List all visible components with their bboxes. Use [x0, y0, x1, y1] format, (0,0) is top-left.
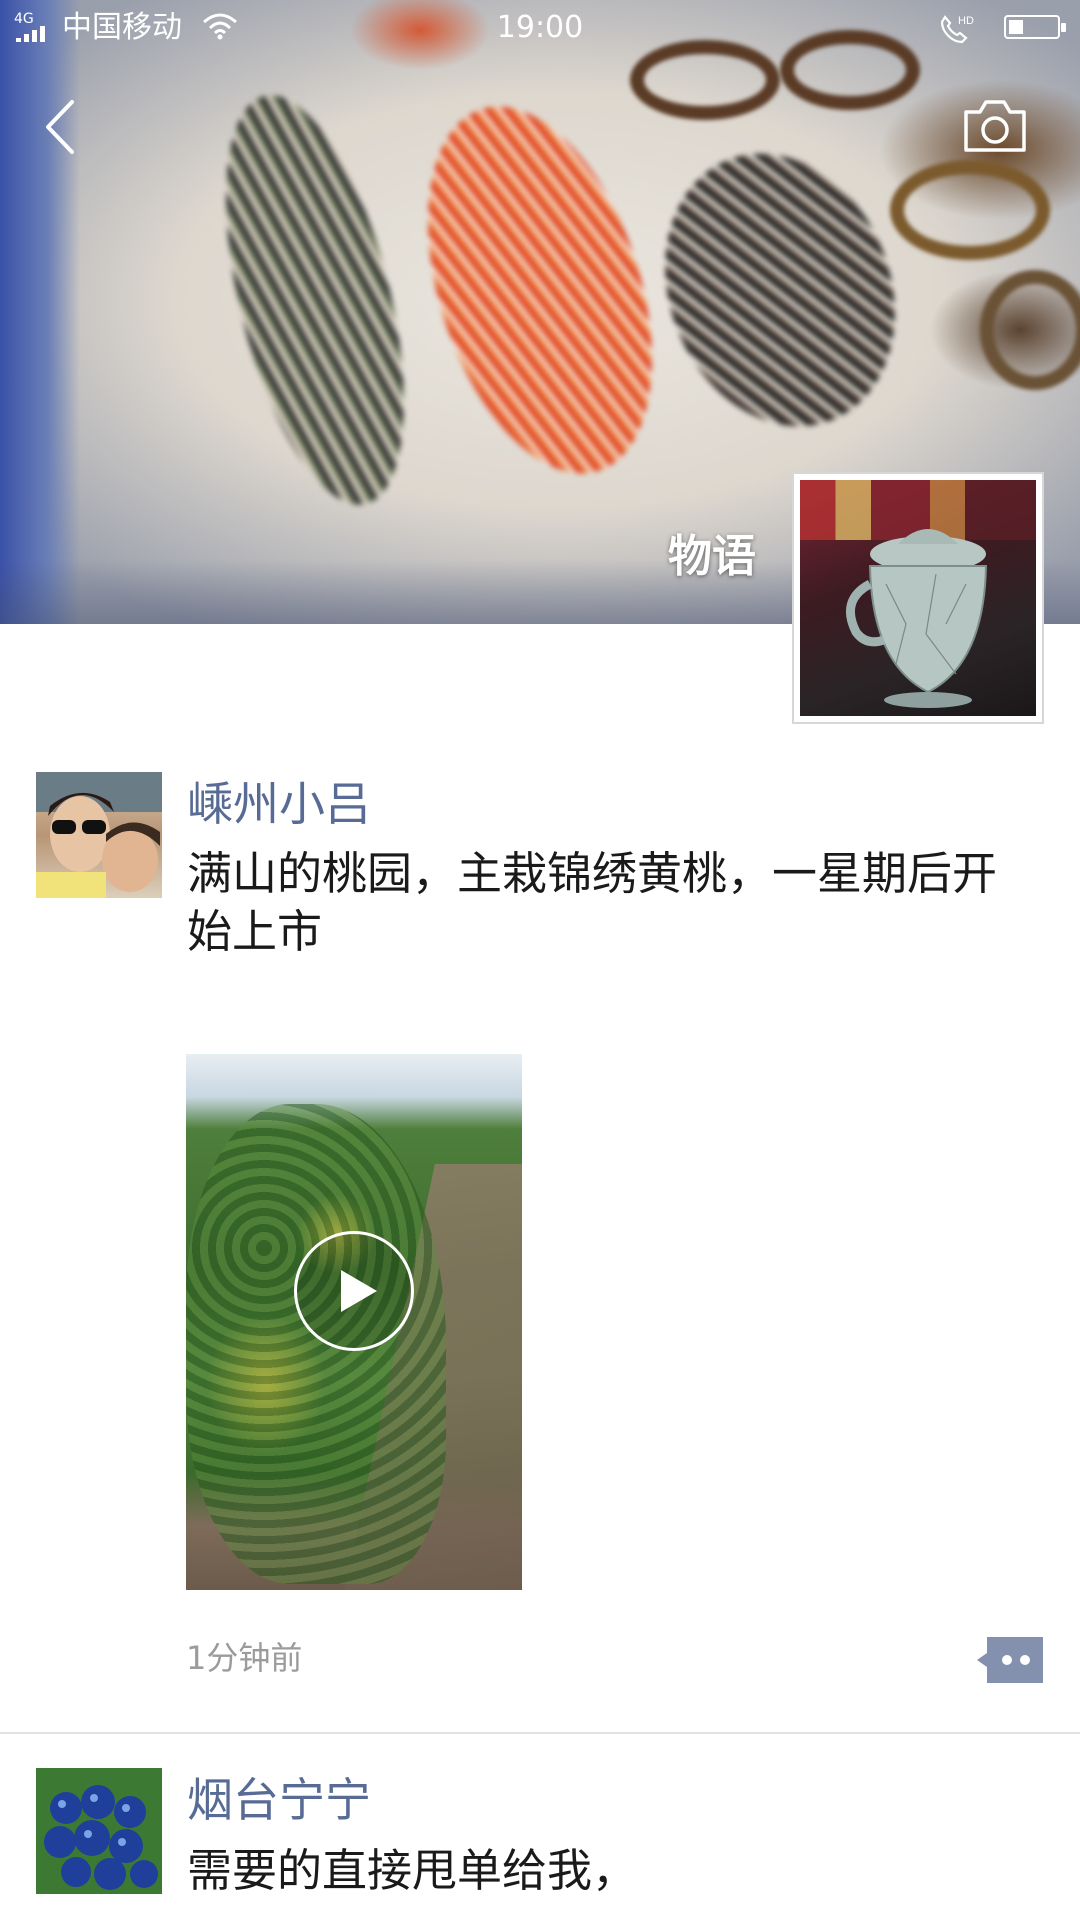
signal-icon [16, 26, 56, 42]
post-timestamp: 1分钟前 [186, 1639, 303, 1677]
battery-icon [1004, 15, 1066, 39]
avatar-image [800, 480, 1036, 716]
avatar[interactable] [36, 1768, 162, 1894]
battery-nub [1061, 23, 1066, 32]
avatar-image [36, 1768, 162, 1894]
post-author-name[interactable]: 烟台宁宁 [187, 1771, 371, 1829]
avatar[interactable] [36, 772, 162, 898]
post-text: 需要的直接甩单给我， [187, 1844, 638, 1897]
camera-icon[interactable] [960, 96, 1030, 156]
cover-texture [625, 118, 935, 462]
cover-texture [0, 0, 80, 624]
video-thumbnail[interactable] [186, 1054, 522, 1590]
avatar-image-detail [845, 529, 988, 708]
post-author-name[interactable]: 嵊州小吕 [187, 775, 371, 833]
hd-call-icon: HD [940, 15, 974, 44]
cover-texture [191, 78, 439, 522]
avatar-image [36, 772, 162, 898]
post-text: 满山的桃园，主栽锦绣黄桃，一星期后开始上市 [187, 847, 998, 958]
hd-label: HD [958, 15, 974, 27]
profile-avatar[interactable] [792, 472, 1044, 724]
status-bar: 4G 中国移动 19:00 HD [0, 0, 1080, 56]
play-icon[interactable] [294, 1231, 414, 1351]
comment-dots-icon[interactable] [977, 1637, 1043, 1683]
wifi-icon [203, 13, 237, 40]
carrier-name: 中国移动 [62, 10, 182, 45]
cover-texture [386, 78, 694, 502]
cover-texture [980, 270, 1080, 390]
clock: 19:00 [496, 10, 584, 45]
cover-texture [890, 160, 1050, 260]
cover-owner-name[interactable]: 物语 [560, 528, 756, 586]
post-divider [0, 1732, 1080, 1734]
chevron-left-icon[interactable] [36, 96, 86, 158]
battery-level [1009, 20, 1023, 34]
network-type: 4G [14, 11, 34, 27]
play-triangle [341, 1270, 377, 1312]
